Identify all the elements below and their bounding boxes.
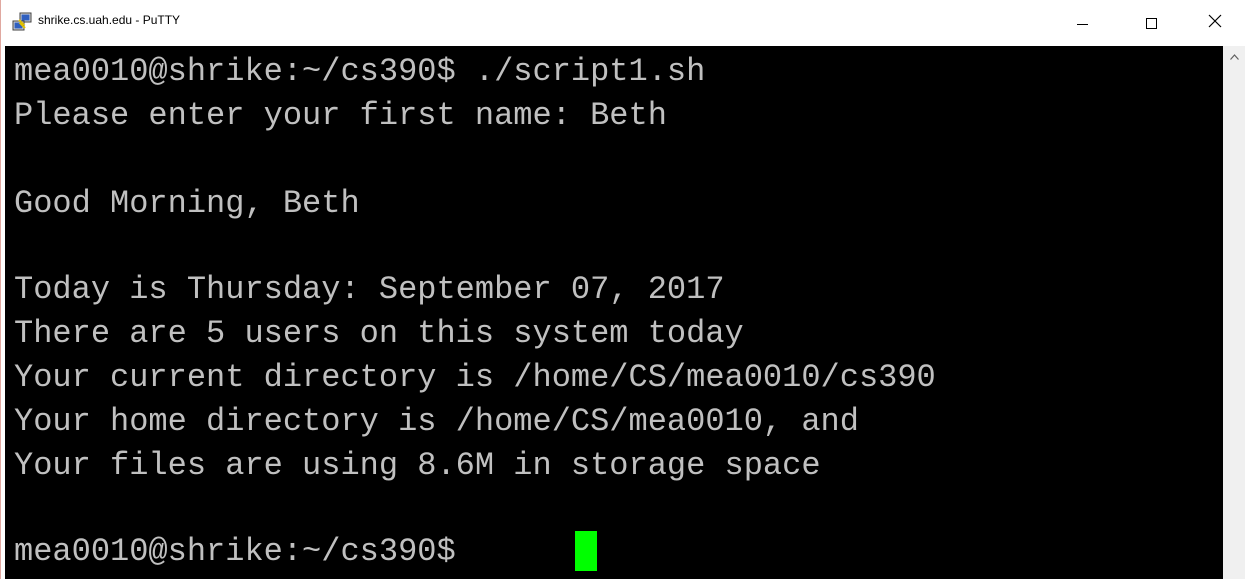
terminal-cursor bbox=[575, 531, 597, 571]
terminal-line: Please enter your first name: Beth bbox=[14, 97, 667, 134]
terminal-line: mea0010@shrike:~/cs390$ ./script1.sh bbox=[14, 53, 706, 90]
title-bar[interactable]: shrike.cs.uah.edu - PuTTY bbox=[1, 0, 1245, 46]
window-title: shrike.cs.uah.edu - PuTTY bbox=[38, 13, 181, 27]
minimize-button[interactable] bbox=[1059, 0, 1105, 46]
maximize-button[interactable] bbox=[1128, 0, 1174, 46]
putty-icon[interactable] bbox=[11, 11, 33, 33]
terminal-line: Your home directory is /home/CS/mea0010,… bbox=[14, 403, 859, 440]
chevron-up-icon bbox=[1230, 47, 1239, 65]
scroll-up-button[interactable] bbox=[1223, 46, 1245, 66]
terminal-line: Today is Thursday: September 07, 2017 bbox=[14, 271, 725, 308]
terminal-screen[interactable]: mea0010@shrike:~/cs390$ ./script1.sh Ple… bbox=[5, 46, 1223, 579]
terminal-line: Good Morning, Beth bbox=[14, 185, 360, 222]
close-icon bbox=[1208, 14, 1222, 33]
vertical-scrollbar[interactable] bbox=[1223, 46, 1245, 579]
terminal-line: Your files are using 8.6M in storage spa… bbox=[14, 447, 821, 484]
terminal-line: Your current directory is /home/CS/mea00… bbox=[14, 359, 936, 396]
maximize-icon bbox=[1145, 17, 1157, 29]
terminal-line: There are 5 users on this system today bbox=[14, 315, 744, 352]
putty-window: shrike.cs.uah.edu - PuTTY mea0010@shrike… bbox=[0, 0, 1245, 579]
prompt-line: mea0010@shrike:~/cs390$ bbox=[14, 533, 475, 570]
minimize-icon bbox=[1076, 24, 1088, 25]
close-button[interactable] bbox=[1192, 0, 1238, 46]
